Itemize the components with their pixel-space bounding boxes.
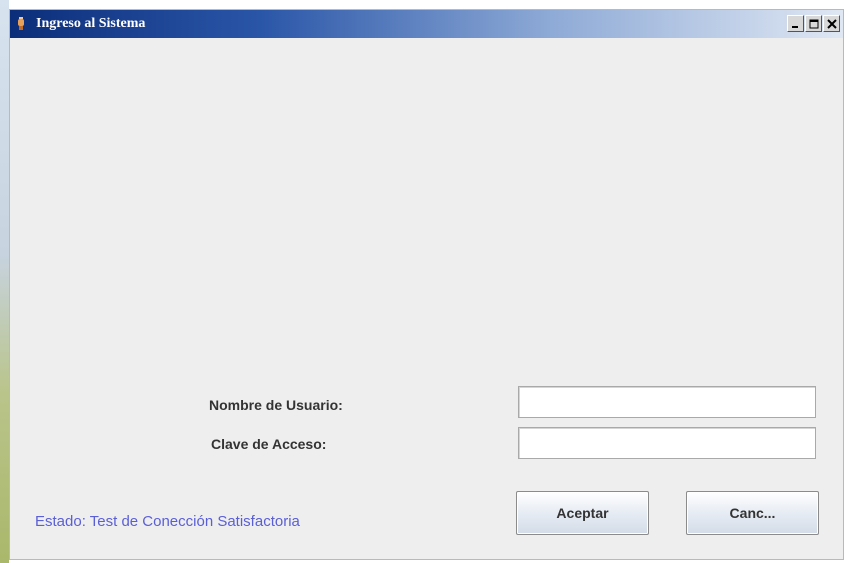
accept-button[interactable]: Aceptar bbox=[516, 491, 649, 535]
maximize-button[interactable] bbox=[805, 15, 822, 32]
password-input[interactable] bbox=[518, 427, 816, 459]
username-label: Nombre de Usuario: bbox=[209, 397, 343, 413]
password-label: Clave de Acceso: bbox=[211, 436, 327, 452]
desktop-background bbox=[0, 0, 9, 563]
java-app-icon bbox=[16, 16, 26, 31]
username-input[interactable] bbox=[518, 386, 816, 418]
connection-status: Estado: Test de Conección Satisfactoria bbox=[35, 513, 300, 530]
window-title: Ingreso al Sistema bbox=[36, 16, 146, 31]
login-window: Ingreso al Sistema Nombre de Usuario: Cl… bbox=[9, 9, 844, 560]
close-button[interactable] bbox=[823, 15, 840, 32]
minimize-icon bbox=[792, 26, 798, 28]
close-icon bbox=[827, 19, 837, 29]
cancel-button[interactable]: Canc... bbox=[686, 491, 819, 535]
maximize-icon bbox=[809, 19, 819, 29]
title-bar[interactable]: Ingreso al Sistema bbox=[10, 10, 843, 38]
minimize-button[interactable] bbox=[787, 15, 804, 32]
window-controls bbox=[787, 15, 840, 32]
